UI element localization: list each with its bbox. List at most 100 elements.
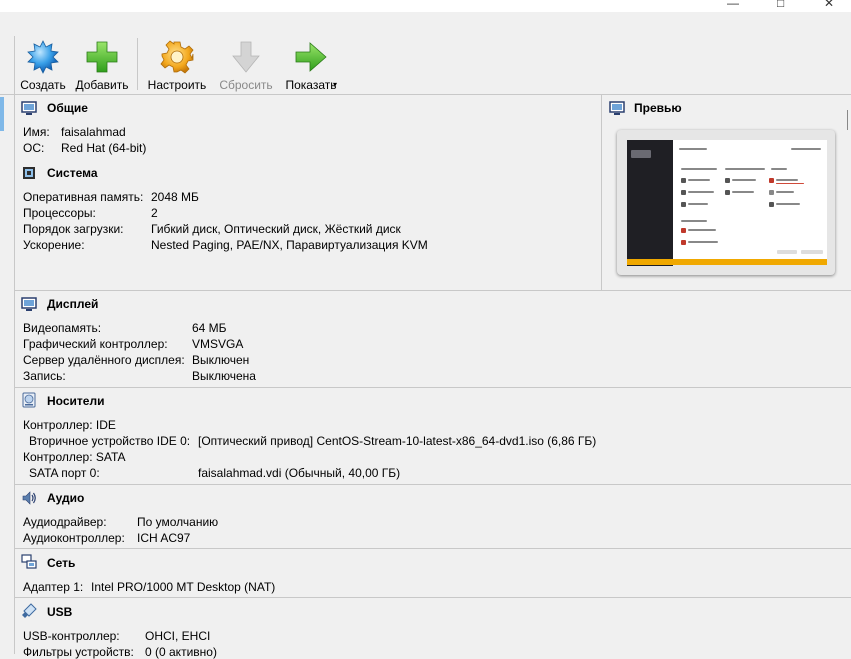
usb-row: Фильтры устройств: 0 (0 активно) [23, 645, 217, 659]
row-label: Аудиодрайвер: [23, 515, 107, 529]
preview-title[interactable]: Превью [634, 101, 682, 115]
row-label: Фильтры устройств: [23, 645, 134, 659]
row-label: SATA порт 0: [29, 466, 100, 480]
row-label: Аудиоконтроллер: [23, 531, 125, 545]
row-value: [Оптический привод] CentOS-Stream-10-lat… [198, 434, 597, 448]
monitor-icon [21, 101, 37, 115]
settings-label: Настроить [147, 78, 207, 92]
row-label: Имя: [23, 125, 50, 139]
row-value: По умолчанию [137, 515, 219, 529]
add-button[interactable]: Добавить [74, 36, 130, 94]
row-value: 0 (0 активно) [145, 645, 217, 659]
storage-row: Контроллер: SATA [23, 450, 125, 464]
row-value: faisalahmad [61, 125, 126, 139]
row-value: OHCI, EHCI [145, 629, 211, 643]
discard-button[interactable]: Сбросить [216, 36, 276, 94]
toolbar-bottom-border [0, 94, 851, 95]
storage-row: Контроллер: IDE [23, 418, 116, 432]
system-row: Процессоры: 2 [23, 206, 158, 220]
chip-icon [23, 167, 35, 179]
row-label: Оперативная память: [23, 190, 144, 204]
row-value: ICH AC97 [137, 531, 191, 545]
network-icon [21, 554, 37, 569]
storage-row: Вторичное устройство IDE 0: [Оптический … [29, 434, 596, 448]
preview-divider [601, 95, 602, 290]
preview-sidebar [627, 140, 673, 266]
minimize-button[interactable]: — [727, 0, 739, 10]
network-row: Адаптер 1: Intel PRO/1000 MT Desktop (NA… [23, 580, 275, 594]
create-button[interactable]: Создать [18, 36, 68, 94]
row-value: 2 [151, 206, 158, 220]
divider-usb [15, 597, 851, 598]
divider-storage [15, 387, 851, 388]
show-dropdown-icon[interactable]: ▾ [333, 80, 337, 89]
row-value: Выключен [192, 353, 250, 367]
preview-thumbnail[interactable] [617, 130, 835, 275]
row-label: Запись: [23, 369, 66, 383]
row-label: USB-контроллер: [23, 629, 120, 643]
selection-accent [0, 97, 4, 131]
storage-title[interactable]: Носители [47, 394, 104, 408]
system-row: Порядок загрузки: Гибкий диск, Оптически… [23, 222, 401, 236]
divider-audio [15, 484, 851, 485]
row-label: Порядок загрузки: [23, 222, 124, 236]
display-icon [21, 297, 37, 311]
discard-label: Сбросить [219, 78, 273, 92]
row-value: VMSVGA [192, 337, 244, 351]
row-value: Выключена [192, 369, 256, 383]
maximize-button[interactable]: □ [777, 0, 784, 10]
row-label: Адаптер 1: [23, 580, 84, 594]
monitor-icon [609, 101, 625, 115]
row-value: Nested Paging, PAE/NX, Паравиртуализация… [151, 238, 428, 252]
row-value: 2048 МБ [151, 190, 199, 204]
show-label: Показать [285, 78, 337, 92]
title-bar [0, 0, 851, 12]
row-label: Контроллер: SATA [23, 450, 126, 464]
gear-icon [160, 40, 194, 74]
row-value: Red Hat (64-bit) [61, 141, 147, 155]
left-border [14, 95, 15, 654]
row-value: Гибкий диск, Оптический диск, Жёсткий ди… [151, 222, 401, 236]
row-label: Видеопамять: [23, 321, 102, 335]
toolbar-edge [14, 36, 15, 94]
toolbar-separator [137, 38, 138, 90]
scroll-edge [847, 110, 848, 130]
storage-icon [22, 392, 36, 408]
settings-button[interactable]: Настроить [146, 36, 208, 94]
audio-row: Аудиодрайвер: По умолчанию [23, 515, 218, 529]
preview-content [673, 140, 827, 260]
storage-row: SATA порт 0: faisalahmad.vdi (Обычный, 4… [29, 466, 400, 480]
speaker-icon [22, 491, 36, 505]
close-button[interactable]: ✕ [824, 0, 834, 10]
row-label: Вторичное устройство IDE 0: [29, 434, 191, 448]
create-label: Создать [20, 78, 66, 92]
plus-icon [86, 41, 118, 73]
row-label: Сервер удалённого дисплея: [23, 353, 185, 367]
preview-logo [631, 150, 651, 158]
row-label: Процессоры: [23, 206, 96, 220]
create-star-icon [27, 40, 59, 74]
general-title[interactable]: Общие [47, 101, 88, 115]
display-row: Запись: Выключена [23, 369, 256, 383]
general-os-row: ОС: Red Hat (64-bit) [23, 141, 146, 155]
row-label: ОС: [23, 141, 45, 155]
network-title[interactable]: Сеть [47, 556, 75, 570]
usb-row: USB-контроллер: OHCI, EHCI [23, 629, 210, 643]
display-title[interactable]: Дисплей [47, 297, 98, 311]
show-button[interactable]: Показать [283, 36, 339, 94]
system-row: Оперативная память: 2048 МБ [23, 190, 199, 204]
general-name-row: Имя: faisalahmad [23, 125, 126, 139]
arrow-down-icon [232, 41, 260, 73]
audio-title[interactable]: Аудио [47, 491, 84, 505]
usb-title[interactable]: USB [47, 605, 72, 619]
system-title[interactable]: Система [47, 166, 98, 180]
add-label: Добавить [75, 78, 129, 92]
audio-row: Аудиоконтроллер: ICH AC97 [23, 531, 190, 545]
divider-display [15, 290, 851, 291]
display-row: Графический контроллер: VMSVGA [23, 337, 243, 351]
row-value: faisalahmad.vdi (Обычный, 40,00 ГБ) [198, 466, 401, 480]
display-row: Видеопамять: 64 МБ [23, 321, 227, 335]
system-row: Ускорение: Nested Paging, PAE/NX, Парави… [23, 238, 428, 252]
usb-icon [22, 603, 37, 618]
row-label: Контроллер: IDE [23, 418, 116, 432]
